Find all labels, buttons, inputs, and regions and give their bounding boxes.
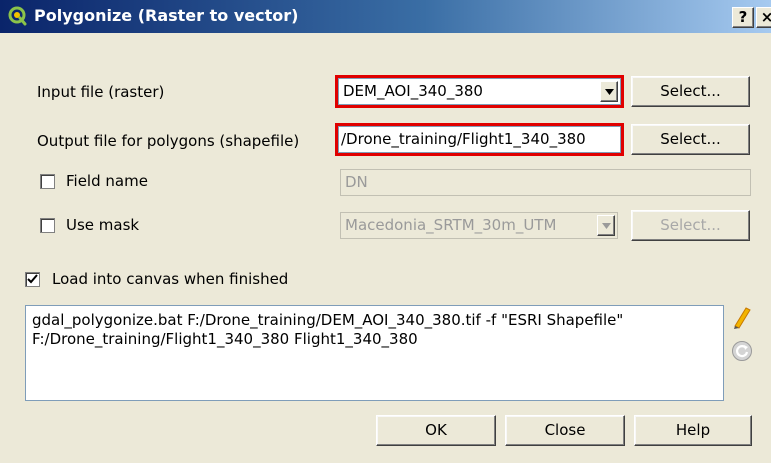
output-file-input[interactable]: /Drone_training/Flight1_340_380 xyxy=(335,123,624,156)
use-mask-label: Use mask xyxy=(66,216,140,234)
context-help-button[interactable]: ? xyxy=(732,7,754,28)
field-name-label: Field name xyxy=(66,172,148,190)
command-text-area[interactable]: gdal_polygonize.bat F:/Drone_training/DE… xyxy=(25,305,724,401)
use-mask-checkbox[interactable] xyxy=(40,218,55,233)
load-canvas-checkbox[interactable] xyxy=(25,272,40,287)
window-title: Polygonize (Raster to vector) xyxy=(34,6,299,25)
window-close-button[interactable]: × xyxy=(756,7,771,28)
reset-icon[interactable] xyxy=(731,340,753,362)
qgis-logo-icon xyxy=(8,6,28,26)
ok-button[interactable]: OK xyxy=(376,415,496,446)
field-name-input[interactable]: DN xyxy=(340,169,751,196)
mask-select-button[interactable]: Select... xyxy=(631,210,750,241)
input-file-value: DEM_AOI_340_380 xyxy=(343,82,483,100)
checkmark-icon xyxy=(27,274,38,284)
field-name-checkbox[interactable] xyxy=(40,174,55,189)
output-file-label: Output file for polygons (shapefile) xyxy=(37,132,300,150)
title-bar[interactable]: Polygonize (Raster to vector) ? × xyxy=(0,0,771,33)
input-file-combobox[interactable]: DEM_AOI_340_380 xyxy=(335,75,624,108)
help-button[interactable]: Help xyxy=(634,415,752,446)
output-select-button[interactable]: Select... xyxy=(631,124,750,155)
chevron-down-icon[interactable] xyxy=(597,215,615,236)
input-file-label: Input file (raster) xyxy=(37,83,165,101)
input-select-button[interactable]: Select... xyxy=(631,76,750,107)
chevron-down-icon[interactable] xyxy=(600,81,618,102)
load-canvas-label: Load into canvas when finished xyxy=(52,270,289,288)
close-button[interactable]: Close xyxy=(505,415,625,446)
polygonize-dialog: Polygonize (Raster to vector) ? × Input … xyxy=(0,0,771,463)
mask-combobox[interactable]: Macedonia_SRTM_30m_UTM xyxy=(340,212,618,239)
pencil-icon[interactable] xyxy=(731,307,753,329)
mask-value: Macedonia_SRTM_30m_UTM xyxy=(345,216,557,234)
